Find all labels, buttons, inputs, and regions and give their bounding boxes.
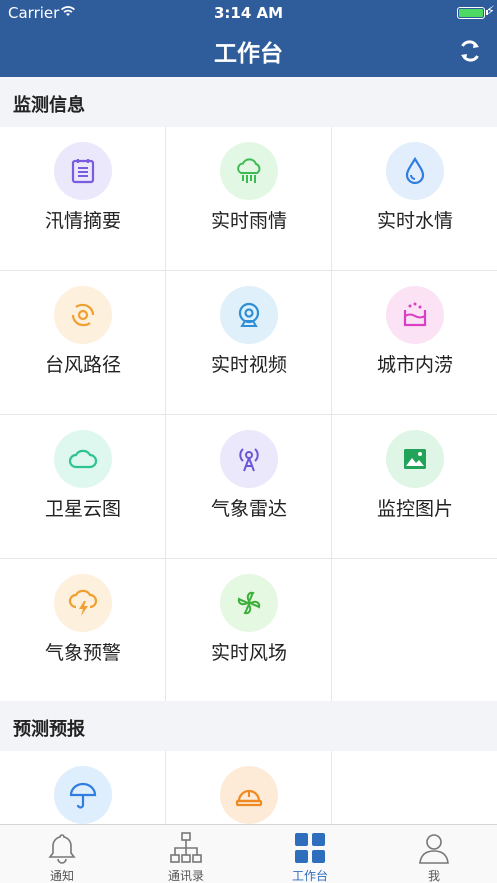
grid-item-monitor-images[interactable]: 监控图片 [332,415,497,559]
typhoon-icon [54,286,112,344]
tab-me[interactable]: 我 [372,825,497,883]
section-title: 预测预报 [13,719,85,740]
monitoring-grid: 汛情摘要 实时雨情 实时水情 台风路径 实时视频 城市内涝 卫星云图 气象雷达 … [0,127,497,703]
grid-item-flood-summary[interactable]: 汛情摘要 [0,127,166,271]
forecast-grid [0,751,497,824]
grid-item-weather-warning[interactable]: 气象预警 [0,559,166,703]
grid-item-satellite-cloud[interactable]: 卫星云图 [0,415,166,559]
grid-item-urban-flood[interactable]: 城市内涝 [332,271,497,415]
tab-label: 通知 [49,869,74,883]
charging-icon: ⚡ [485,4,495,19]
battery-icon [457,7,485,19]
org-chart-icon [170,832,202,863]
grid-item-label: 实时风场 [210,642,287,664]
grid-item-label: 实时雨情 [210,210,287,232]
tab-label: 工作台 [291,869,328,883]
grid-icon [295,833,325,863]
grid-empty-cell [332,751,497,824]
tab-contacts[interactable]: 通讯录 [124,825,248,883]
section-title: 监测信息 [13,95,85,116]
rain-cloud-icon [220,142,278,200]
grid-item-label: 监控图片 [376,498,453,520]
grid-item-label: 城市内涝 [376,354,453,376]
radar-icon [220,430,278,488]
page-title: 工作台 [214,41,283,67]
refresh-icon[interactable] [457,38,483,64]
tab-label: 通讯录 [167,869,204,883]
report-icon [54,142,112,200]
grid-item-label: 气象雷达 [210,498,287,520]
grid-item-forecast-helmet[interactable] [166,751,332,824]
bell-icon [48,834,76,864]
grid-empty-cell [332,559,497,703]
grid-item-forecast-umbrella[interactable] [0,751,166,824]
person-icon [419,834,449,864]
clock: 3:14 AM [213,4,284,22]
umbrella-icon [54,766,112,824]
top-bar: Carrier 3:14 AM ⚡ 工作台 [0,0,497,77]
grid-item-weather-radar[interactable]: 气象雷达 [166,415,332,559]
grid-item-typhoon-path[interactable]: 台风路径 [0,271,166,415]
cloud-icon [54,430,112,488]
grid-item-label: 气象预警 [44,642,121,664]
section-header-forecast: 预测预报 [0,701,497,751]
water-drop-icon [386,142,444,200]
image-icon [386,430,444,488]
grid-item-realtime-video[interactable]: 实时视频 [166,271,332,415]
grid-item-label: 卫星云图 [44,498,121,520]
flood-icon [386,286,444,344]
tab-notifications[interactable]: 通知 [0,825,124,883]
grid-item-label: 实时视频 [210,354,287,376]
grid-item-label: 汛情摘要 [44,210,121,232]
camera-icon [220,286,278,344]
grid-item-label: 台风路径 [44,354,121,376]
status-bar: Carrier 3:14 AM ⚡ [0,0,497,26]
storm-warning-icon [54,574,112,632]
grid-item-realtime-wind[interactable]: 实时风场 [166,559,332,703]
grid-item-realtime-rain[interactable]: 实时雨情 [166,127,332,271]
helmet-icon [220,766,278,824]
section-header-monitoring: 监测信息 [0,77,497,127]
grid-item-label: 实时水情 [376,210,453,232]
tab-bar: 通知 通讯录 工作台 我 [0,824,497,883]
wind-fan-icon [220,574,278,632]
tab-label: 我 [427,869,440,883]
tab-workbench[interactable]: 工作台 [248,825,372,883]
grid-item-realtime-water[interactable]: 实时水情 [332,127,497,271]
